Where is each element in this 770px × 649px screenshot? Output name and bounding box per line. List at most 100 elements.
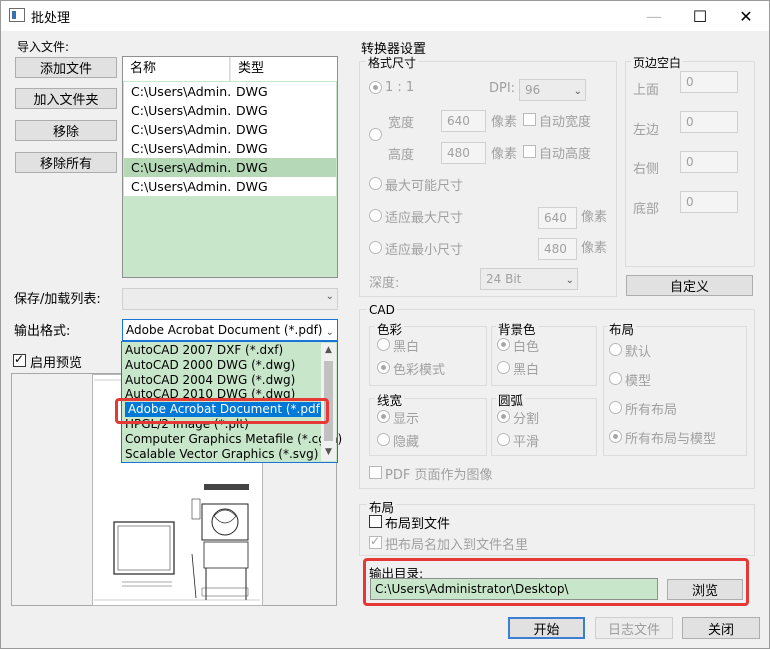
dropdown-option[interactable]: AutoCAD 2007 DXF (*.dxf) — [125, 343, 283, 358]
all-layouts-model-radio[interactable] — [609, 430, 622, 443]
chevron-down-icon: ⌄ — [325, 291, 334, 302]
output-format-label: 输出格式: — [14, 324, 71, 339]
custom-button[interactable]: 自定义 — [626, 275, 753, 296]
minimize-icon[interactable]: — — [631, 1, 677, 31]
max-possible-radio[interactable] — [369, 177, 382, 190]
one-to-one-label: 1 : 1 — [385, 80, 415, 95]
color-mode-radio[interactable] — [377, 361, 390, 374]
list-item[interactable]: C:\Users\Admin... DWG — [124, 139, 336, 158]
list-item[interactable]: C:\Users\Admin... DWG — [124, 101, 336, 120]
add-layout-name-checkbox[interactable] — [369, 534, 382, 549]
close-icon[interactable]: ✕ — [723, 1, 769, 31]
arc-split-label: 分割 — [513, 412, 540, 427]
batch-window: 批处理 — ☐ ✕ 导入文件: 添加文件 加入文件夹 移除 移除所有 名称 类型… — [0, 0, 770, 649]
arc-smooth-radio[interactable] — [497, 433, 510, 446]
annotation-highlight — [363, 558, 749, 606]
height-unit-label: 像素 — [491, 147, 518, 162]
linewidth-show-radio[interactable] — [377, 410, 390, 423]
linewidth-hide-label: 隐藏 — [393, 435, 420, 450]
fit-max-label: 适应最大尺寸 — [385, 211, 464, 226]
margins-label: 页边空白 — [631, 54, 684, 71]
layout-default-radio[interactable] — [609, 343, 622, 356]
bw-radio[interactable] — [377, 338, 390, 351]
title-bar: 批处理 — ☐ ✕ — [1, 1, 769, 31]
list-item[interactable]: C:\Users\Admin... DWG — [124, 120, 336, 139]
arc-label: 圆弧 — [496, 390, 526, 409]
height-field[interactable]: 480 — [441, 142, 486, 164]
all-layouts-model-label: 所有布局与模型 — [625, 432, 717, 447]
maximize-icon[interactable]: ☐ — [677, 1, 723, 31]
width-unit-label: 像素 — [491, 115, 518, 130]
fit-max-radio[interactable] — [369, 209, 382, 222]
column-header-type[interactable]: 类型 — [230, 57, 337, 81]
import-group-label: 导入文件: — [15, 38, 72, 55]
cad-label: CAD — [367, 303, 397, 317]
enable-preview-label: 启用预览 — [30, 356, 83, 371]
all-layouts-radio[interactable] — [609, 401, 622, 414]
margin-left-label: 左边 — [633, 123, 660, 138]
remove-button[interactable]: 移除 — [15, 120, 117, 141]
fit-min-field[interactable]: 480 — [538, 238, 577, 260]
list-item[interactable]: C:\Users\Admin... DWG — [124, 177, 336, 196]
layout-to-file-label: 布局到文件 — [385, 517, 451, 532]
fit-min-radio[interactable] — [369, 241, 382, 254]
bg-black-radio[interactable] — [497, 361, 510, 374]
margin-bottom-label: 底部 — [633, 202, 660, 217]
layout-model-radio[interactable] — [609, 372, 622, 385]
arc-smooth-label: 平滑 — [513, 435, 540, 450]
list-item[interactable]: C:\Users\Admin... DWG — [124, 82, 336, 101]
output-format-combo[interactable]: Adobe Acrobat Document (*.pdf) ⌄ — [122, 319, 338, 341]
add-folder-button[interactable]: 加入文件夹 — [15, 88, 117, 109]
dropdown-option[interactable]: AutoCAD 2000 DWG (*.dwg) — [125, 358, 295, 373]
add-file-button[interactable]: 添加文件 — [15, 57, 117, 78]
dropdown-option[interactable]: Scalable Vector Graphics (*.svg) — [125, 447, 318, 462]
chevron-down-icon: ⌄ — [565, 275, 574, 286]
margin-left-field[interactable]: 0 — [680, 111, 738, 133]
annotation-highlight — [115, 398, 329, 424]
layout-to-file-checkbox[interactable] — [369, 515, 382, 528]
auto-width-checkbox[interactable] — [523, 113, 536, 126]
layout-mode-label: 布局 — [607, 319, 637, 338]
scroll-up-icon[interactable]: ▲ — [325, 345, 332, 355]
bg-black-label: 黑白 — [513, 363, 540, 378]
fit-max-field[interactable]: 640 — [538, 207, 577, 229]
dropdown-option[interactable]: Computer Graphics Metafile (*.cgm) — [125, 432, 342, 447]
arc-split-radio[interactable] — [497, 410, 510, 423]
close-button[interactable]: 关闭 — [682, 617, 760, 639]
dpi-combo[interactable]: 96 ⌄ — [519, 79, 586, 101]
color-mode-label: 色彩模式 — [393, 363, 446, 378]
save-load-label: 保存/加载列表: — [14, 292, 101, 307]
remove-all-button[interactable]: 移除所有 — [15, 152, 117, 173]
enable-preview-checkbox[interactable] — [13, 352, 26, 367]
height-label: 高度 — [388, 148, 415, 163]
bg-white-label: 白色 — [513, 340, 540, 355]
margin-top-label: 上面 — [633, 83, 660, 98]
margin-bottom-field[interactable]: 0 — [680, 191, 738, 213]
fit-min-unit-label: 像素 — [581, 241, 608, 256]
start-button[interactable]: 开始 — [508, 617, 585, 639]
linewidth-label: 线宽 — [375, 390, 405, 409]
auto-width-label: 自动宽度 — [539, 115, 592, 130]
bg-white-radio[interactable] — [497, 338, 510, 351]
file-list[interactable]: 名称 类型 C:\Users\Admin... DWG C:\Users\Adm… — [122, 56, 338, 278]
dpi-label: DPI: — [489, 81, 516, 96]
custom-size-radio[interactable] — [369, 128, 382, 141]
one-to-one-radio[interactable] — [369, 81, 382, 94]
auto-height-checkbox[interactable] — [523, 145, 536, 158]
pdf-pages-checkbox[interactable] — [369, 466, 382, 479]
list-item[interactable]: C:\Users\Admin... DWG — [124, 158, 336, 177]
linewidth-hide-radio[interactable] — [377, 433, 390, 446]
depth-combo[interactable]: 24 Bit ⌄ — [480, 268, 578, 290]
width-field[interactable]: 640 — [441, 110, 486, 132]
fit-max-unit-label: 像素 — [581, 210, 608, 225]
scroll-down-icon[interactable]: ▼ — [325, 447, 332, 457]
width-label: 宽度 — [388, 116, 415, 131]
dropdown-option[interactable]: AutoCAD 2004 DWG (*.dwg) — [125, 373, 295, 388]
save-load-combo[interactable]: ⌄ — [122, 288, 338, 310]
margin-right-field[interactable]: 0 — [680, 151, 738, 173]
auto-height-label: 自动高度 — [539, 147, 592, 162]
margin-right-label: 右侧 — [633, 162, 660, 177]
log-file-button[interactable]: 日志文件 — [595, 617, 673, 639]
margin-top-field[interactable]: 0 — [680, 71, 738, 93]
column-header-name[interactable]: 名称 — [123, 57, 229, 81]
